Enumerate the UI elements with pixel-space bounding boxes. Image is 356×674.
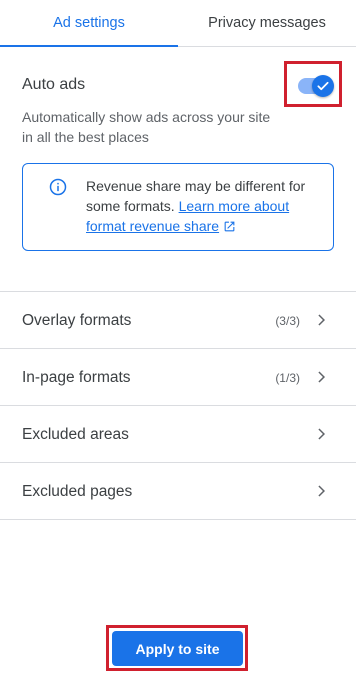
check-icon — [317, 81, 329, 91]
row-overlay-formats[interactable]: Overlay formats (3/3) — [0, 291, 356, 348]
row-count: (1/3) — [275, 370, 300, 385]
auto-ads-toggle[interactable] — [298, 75, 334, 97]
tab-ad-settings[interactable]: Ad settings — [0, 0, 178, 47]
auto-ads-title: Auto ads — [22, 76, 86, 93]
format-settings-list: Overlay formats (3/3) In-page formats (1… — [0, 291, 356, 520]
row-in-page-formats[interactable]: In-page formats (1/3) — [0, 348, 356, 405]
chevron-right-icon — [318, 314, 325, 326]
row-label: In-page formats — [22, 368, 131, 386]
auto-ads-description: Automatically show ads across your site … — [22, 109, 271, 145]
row-excluded-areas[interactable]: Excluded areas — [0, 405, 356, 462]
tab-privacy-messages[interactable]: Privacy messages — [178, 0, 356, 46]
chevron-right-icon — [318, 428, 325, 440]
chevron-right-icon — [318, 371, 325, 383]
tab-bar: Ad settings Privacy messages — [0, 0, 356, 47]
info-icon — [49, 178, 67, 196]
open-in-new-icon — [224, 221, 235, 232]
row-label: Excluded areas — [22, 425, 129, 443]
row-count: (3/3) — [275, 313, 300, 328]
row-excluded-pages[interactable]: Excluded pages — [0, 462, 356, 520]
toggle-knob — [312, 75, 334, 97]
row-label: Overlay formats — [22, 311, 132, 329]
row-label: Excluded pages — [22, 482, 133, 500]
info-text-block: Revenue share may be different for some … — [86, 176, 318, 236]
chevron-right-icon — [318, 485, 325, 497]
revenue-share-info-box: Revenue share may be different for some … — [22, 163, 334, 251]
apply-to-site-button[interactable]: Apply to site — [112, 631, 243, 666]
